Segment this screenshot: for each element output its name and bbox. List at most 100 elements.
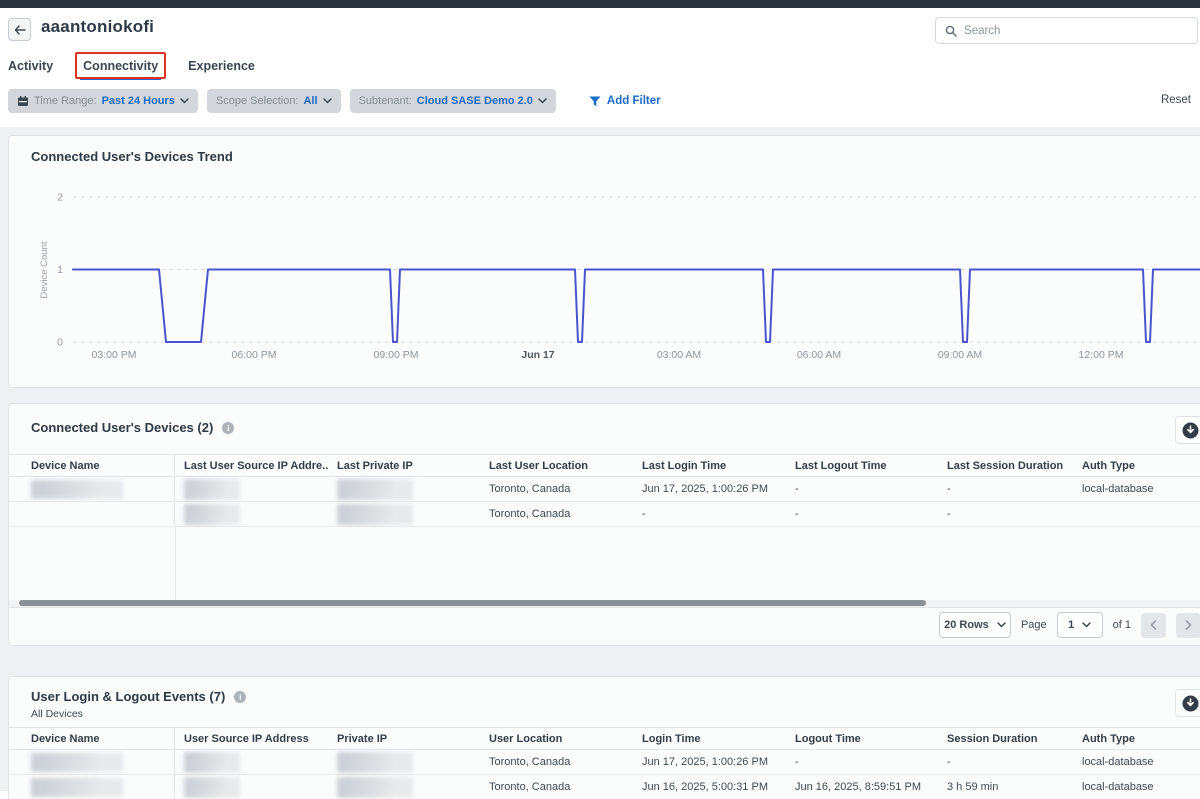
col-header-session-duration[interactable]: Last Session Duration (938, 455, 1073, 476)
filter-value: Cloud SASE Demo 2.0 (417, 95, 533, 107)
cell-session-duration: - (938, 502, 1073, 526)
download-button[interactable] (1175, 689, 1200, 717)
col-header-source-ip[interactable]: User Source IP Address (175, 728, 328, 749)
table-title: User Login & Logout Events (7) (31, 689, 225, 704)
cell-source-ip (175, 775, 328, 799)
col-header-device-name[interactable]: Device Name (31, 455, 175, 476)
redacted-value (337, 777, 413, 798)
redacted-value (184, 777, 240, 798)
tab-experience[interactable]: Experience (188, 55, 255, 77)
scope-selection-filter[interactable]: Scope Selection: All (207, 89, 341, 113)
top-accent-bar (0, 0, 1200, 8)
cell-user-location: Toronto, Canada (480, 502, 633, 526)
redacted-value (31, 480, 123, 499)
svg-text:2: 2 (57, 192, 63, 204)
cell-user-location: Toronto, Canada (480, 775, 633, 799)
col-header-auth-type[interactable]: Auth Type (1073, 728, 1200, 749)
cell-user-location: Toronto, Canada (480, 477, 633, 501)
cell-user-location: Toronto, Canada (480, 750, 633, 774)
chevron-left-icon (1150, 620, 1157, 630)
redacted-value (31, 753, 123, 772)
tab-connectivity[interactable]: Connectivity (83, 55, 158, 77)
tab-bar: Activity Connectivity Experience (0, 52, 1200, 80)
col-header-login-time[interactable]: Login Time (633, 728, 786, 749)
svg-text:0: 0 (57, 337, 63, 349)
svg-text:06:00 AM: 06:00 AM (797, 349, 841, 361)
cell-login-time: Jun 16, 2025, 5:00:31 PM (633, 775, 786, 799)
page-select[interactable]: 1 (1057, 612, 1103, 638)
redacted-value (184, 752, 240, 773)
filter-bar: Time Range: Past 24 Hours Scope Selectio… (0, 80, 1200, 127)
col-header-source-ip[interactable]: Last User Source IP Addre... (175, 455, 328, 476)
login-logout-events-card: User Login & Logout Events (7) i All Dev… (8, 676, 1200, 799)
cell-device-name (31, 775, 175, 799)
col-header-logout-time[interactable]: Last Logout Time (786, 455, 938, 476)
download-icon (1182, 695, 1199, 712)
h-scrollbar-thumb[interactable] (19, 600, 926, 606)
redacted-value (184, 479, 240, 500)
next-page-button[interactable] (1176, 613, 1200, 638)
cell-login-time: Jun 17, 2025, 1:00:26 PM (633, 750, 786, 774)
cell-logout-time: - (786, 477, 938, 501)
info-icon[interactable]: i (234, 691, 246, 703)
svg-text:09:00 PM: 09:00 PM (374, 349, 419, 361)
reset-button[interactable]: Reset (1161, 94, 1191, 106)
page-value: 1 (1068, 619, 1074, 631)
card-header: User Login & Logout Events (7) i All Dev… (9, 677, 1200, 727)
rows-per-page-select[interactable]: 20 Rows (939, 612, 1011, 638)
chevron-down-icon (323, 98, 332, 104)
page-label: Page (1021, 619, 1047, 631)
cell-logout-time: - (786, 750, 938, 774)
download-icon (1182, 422, 1199, 439)
search-box[interactable] (935, 17, 1198, 44)
col-header-device-name[interactable]: Device Name (31, 728, 175, 749)
search-icon (945, 25, 957, 37)
h-scrollbar[interactable] (9, 600, 1200, 607)
col-header-user-location[interactable]: Last User Location (480, 455, 633, 476)
tab-activity[interactable]: Activity (8, 55, 53, 77)
cell-device-name (31, 502, 175, 526)
cell-device-name (31, 750, 175, 774)
prev-page-button[interactable] (1141, 613, 1166, 638)
cell-login-time: Jun 17, 2025, 1:00:26 PM (633, 477, 786, 501)
cell-logout-time: Jun 16, 2025, 8:59:51 PM (786, 775, 938, 799)
col-header-login-time[interactable]: Last Login Time (633, 455, 786, 476)
cell-session-duration: - (938, 477, 1073, 501)
download-button[interactable] (1175, 416, 1200, 444)
cell-logout-time: - (786, 502, 938, 526)
cell-auth-type: local-database (1073, 750, 1200, 774)
chevron-down-icon (1082, 622, 1091, 628)
cell-auth-type: local-database (1073, 775, 1200, 799)
col-header-private-ip[interactable]: Last Private IP (328, 455, 480, 476)
col-header-private-ip[interactable]: Private IP (328, 728, 480, 749)
svg-text:Jun 17: Jun 17 (521, 349, 554, 361)
add-filter-button[interactable]: Add Filter (589, 89, 661, 113)
subtenant-filter[interactable]: Subtenant: Cloud SASE Demo 2.0 (350, 89, 556, 113)
time-range-filter[interactable]: Time Range: Past 24 Hours (8, 89, 198, 113)
redacted-value (31, 778, 123, 797)
cell-source-ip (175, 502, 328, 526)
rows-per-page-value: 20 Rows (944, 619, 989, 631)
table-row: Toronto, CanadaJun 17, 2025, 1:00:26 PM-… (9, 477, 1200, 502)
cell-auth-type (1073, 502, 1200, 526)
table-title: Connected User's Devices (2) (31, 420, 213, 435)
cell-session-duration: 3 h 59 min (938, 775, 1073, 799)
table-row: Toronto, CanadaJun 17, 2025, 1:00:26 PM-… (9, 750, 1200, 775)
col-header-user-location[interactable]: User Location (480, 728, 633, 749)
search-input[interactable] (964, 25, 1164, 37)
col-header-auth-type[interactable]: Auth Type (1073, 455, 1200, 476)
col-header-logout-time[interactable]: Logout Time (786, 728, 938, 749)
tab-connectivity-label: Connectivity (83, 59, 158, 73)
calendar-icon (17, 96, 29, 107)
back-button[interactable] (8, 18, 31, 41)
table-subtitle: All Devices (31, 708, 83, 720)
add-filter-label: Add Filter (607, 95, 661, 107)
cell-private-ip (328, 775, 480, 799)
redacted-value (337, 479, 413, 500)
chevron-down-icon (180, 98, 189, 104)
page-title: aaantoniokofi (41, 17, 154, 37)
table-row: Toronto, CanadaJun 16, 2025, 5:00:31 PMJ… (9, 775, 1200, 799)
info-icon[interactable]: i (222, 422, 234, 434)
content-area: Connected User's Devices Trend 01203:00 … (0, 127, 1200, 791)
col-header-session-duration[interactable]: Session Duration (938, 728, 1073, 749)
